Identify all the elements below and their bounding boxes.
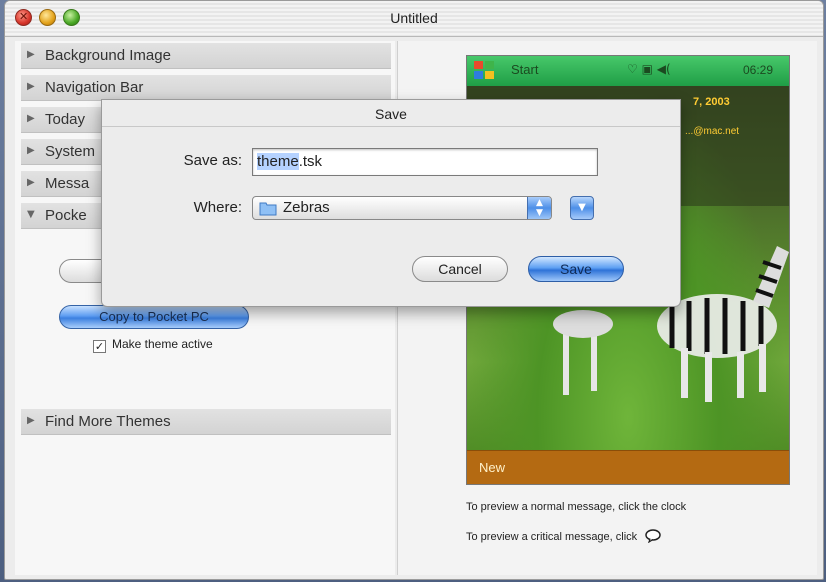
hint-critical-message: To preview a critical message, click: [466, 529, 662, 544]
section-find-more-themes[interactable]: ▶ Find More Themes: [21, 409, 391, 435]
disclosure-triangle-icon[interactable]: ▶: [27, 81, 35, 92]
disclosure-triangle-icon[interactable]: ▶: [27, 49, 35, 60]
pda-email: ...@mac.net: [685, 126, 740, 137]
where-value: Zebras: [283, 199, 330, 216]
sheet-title: Save: [375, 106, 407, 122]
section-label: System: [45, 143, 96, 160]
section-navigation-bar[interactable]: ▶ Navigation Bar: [21, 75, 391, 101]
hint-normal-message: To preview a normal message, click the c…: [466, 501, 687, 513]
expand-browser-button[interactable]: ▼: [570, 196, 594, 220]
save-sheet: Save Save as: theme.tsk Where: Zebras ▲ ▼…: [101, 99, 681, 307]
disclosure-triangle-expanded-icon[interactable]: ▼: [27, 209, 35, 220]
pda-menu-bar: New: [467, 450, 789, 484]
disclosure-triangle-icon[interactable]: ▶: [27, 177, 35, 188]
make-theme-active-label: Make theme active: [112, 337, 213, 351]
start-label: Start: [511, 62, 539, 77]
filename-selected-text: theme: [257, 153, 299, 170]
pda-new-label: New: [479, 460, 506, 475]
section-label: Find More Themes: [45, 413, 171, 430]
pda-date: 7, 2003: [693, 96, 730, 108]
save-as-label: Save as:: [183, 152, 242, 169]
section-background-image[interactable]: ▶ Background Image: [21, 43, 391, 69]
filename-input[interactable]: theme.tsk: [252, 148, 598, 176]
where-popup[interactable]: Zebras ▲ ▼: [252, 196, 552, 220]
section-label: Today: [45, 111, 86, 128]
pda-clock: 06:29: [743, 63, 774, 77]
window-titlebar[interactable]: Untitled: [5, 1, 823, 37]
cancel-button[interactable]: Cancel: [412, 256, 508, 282]
main-window: Untitled ▶ Background Image ▶ Navigation…: [4, 0, 824, 580]
where-label: Where:: [193, 199, 242, 216]
disclosure-triangle-icon[interactable]: ▶: [27, 113, 35, 124]
save-button[interactable]: Save: [528, 256, 624, 282]
speech-bubble-icon[interactable]: [644, 529, 662, 544]
popup-arrows-icon: ▲ ▼: [527, 197, 551, 219]
make-theme-active-option[interactable]: ✓ Make theme active: [93, 337, 213, 353]
copy-to-pocket-pc-button[interactable]: Copy to Pocket PC: [59, 305, 249, 329]
section-label: Background Image: [45, 47, 171, 64]
make-theme-active-checkbox[interactable]: ✓: [93, 340, 106, 353]
filename-extension: .tsk: [298, 153, 323, 170]
section-label: Messa: [45, 175, 90, 192]
pda-taskbar: Start ♡ ▣ ◀( 06:29: [467, 56, 789, 86]
folder-icon: [259, 202, 277, 216]
disclosure-triangle-icon[interactable]: ▶: [27, 415, 35, 426]
window-title: Untitled: [390, 10, 438, 26]
section-label: Navigation Bar: [45, 79, 144, 96]
windows-flag-icon: [474, 61, 494, 79]
status-icons: ♡ ▣ ◀(: [627, 62, 671, 76]
section-label: Pocke: [45, 207, 87, 224]
sheet-divider: [102, 126, 680, 127]
disclosure-triangle-icon[interactable]: ▶: [27, 145, 35, 156]
